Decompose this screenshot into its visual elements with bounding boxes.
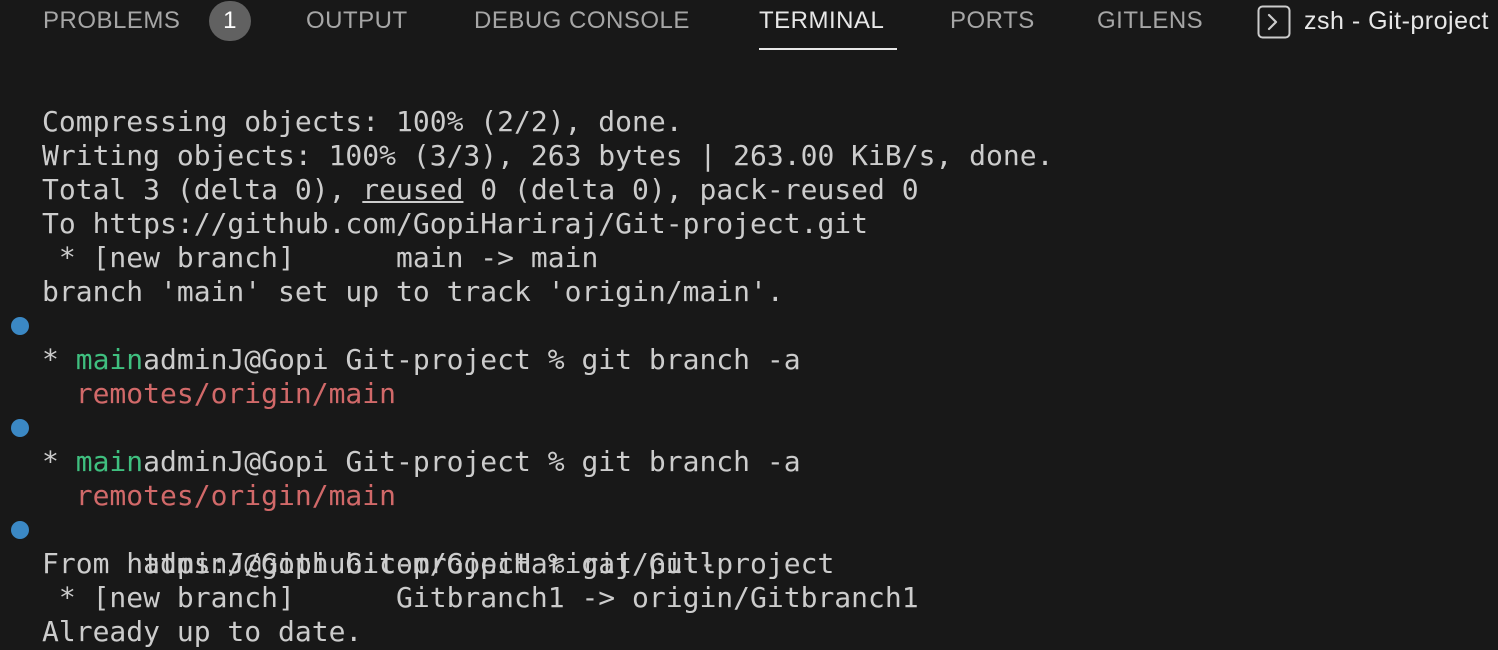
terminal-instance-title: zsh - Git-project <box>1304 7 1489 35</box>
tab-gitlens-label: GITLENS <box>1097 7 1204 34</box>
remote-branch-line: remotes/origin/main <box>42 377 397 410</box>
tab-problems[interactable]: PROBLEMS <box>43 0 180 52</box>
tab-output[interactable]: OUTPUT <box>306 0 408 52</box>
terminal-line: From https://github.com/GopiHariraj/Git-… <box>42 547 835 580</box>
terminal-text: Total 3 (delta 0), <box>42 173 363 206</box>
terminal-output[interactable]: Compressing objects: 100% (2/2), done. W… <box>0 105 1498 649</box>
command-status-dot-icon[interactable] <box>11 317 29 335</box>
prompt-line: adminJ@Gopi Git-project % git pull <box>0 513 1498 580</box>
problems-count-badge: 1 <box>209 1 251 41</box>
current-branch-name: main <box>75 343 144 376</box>
tab-ports[interactable]: PORTS <box>950 0 1035 52</box>
terminal-panel: PROBLEMS 1 OUTPUT DEBUG CONSOLE TERMINAL… <box>0 0 1498 650</box>
terminal-line: Writing objects: 100% (3/3), 263 bytes |… <box>42 139 1054 172</box>
reused-link[interactable]: reused <box>362 173 463 206</box>
prompt-line: adminJ@Gopi Git-project % git branch -a <box>0 309 1498 376</box>
current-branch-marker: * <box>42 445 76 478</box>
tab-debug-console-label: DEBUG CONSOLE <box>474 7 690 34</box>
terminal-line: * [new branch] main -> main <box>42 241 599 274</box>
tab-ports-label: PORTS <box>950 7 1035 34</box>
terminal-line: * main <box>0 445 1498 479</box>
tab-debug-console[interactable]: DEBUG CONSOLE <box>474 0 690 52</box>
tab-output-label: OUTPUT <box>306 7 408 34</box>
terminal-line: * [new branch] Gitbranch1 -> origin/Gitb… <box>42 581 919 614</box>
terminal-line: Already up to date. <box>42 615 363 648</box>
terminal-line: Total 3 (delta 0), reused 0 (delta 0), p… <box>0 173 1498 207</box>
terminal-line: * main <box>0 343 1498 377</box>
command-status-dot-icon[interactable] <box>11 419 29 437</box>
terminal-line: To https://github.com/GopiHariraj/Git-pr… <box>42 207 869 240</box>
terminal-text: 0 (delta 0), pack-reused 0 <box>463 173 919 206</box>
tab-terminal[interactable]: TERMINAL <box>759 0 897 52</box>
remote-branch-line: remotes/origin/main <box>42 479 397 512</box>
terminal-icon <box>1257 5 1291 39</box>
current-branch-marker: * <box>42 343 76 376</box>
tab-problems-label: PROBLEMS <box>43 7 181 34</box>
tab-terminal-label: TERMINAL <box>759 7 885 34</box>
prompt-line: adminJ@Gopi Git-project % git branch -a <box>0 411 1498 478</box>
active-tab-indicator <box>759 48 897 50</box>
tab-gitlens[interactable]: GITLENS <box>1097 0 1203 52</box>
current-branch-name: main <box>75 445 144 478</box>
panel-tab-bar: PROBLEMS 1 OUTPUT DEBUG CONSOLE TERMINAL… <box>0 0 1498 52</box>
command-status-dot-icon[interactable] <box>11 521 29 539</box>
terminal-line: Compressing objects: 100% (2/2), done. <box>42 105 683 138</box>
terminal-line: branch 'main' set up to track 'origin/ma… <box>42 275 784 308</box>
